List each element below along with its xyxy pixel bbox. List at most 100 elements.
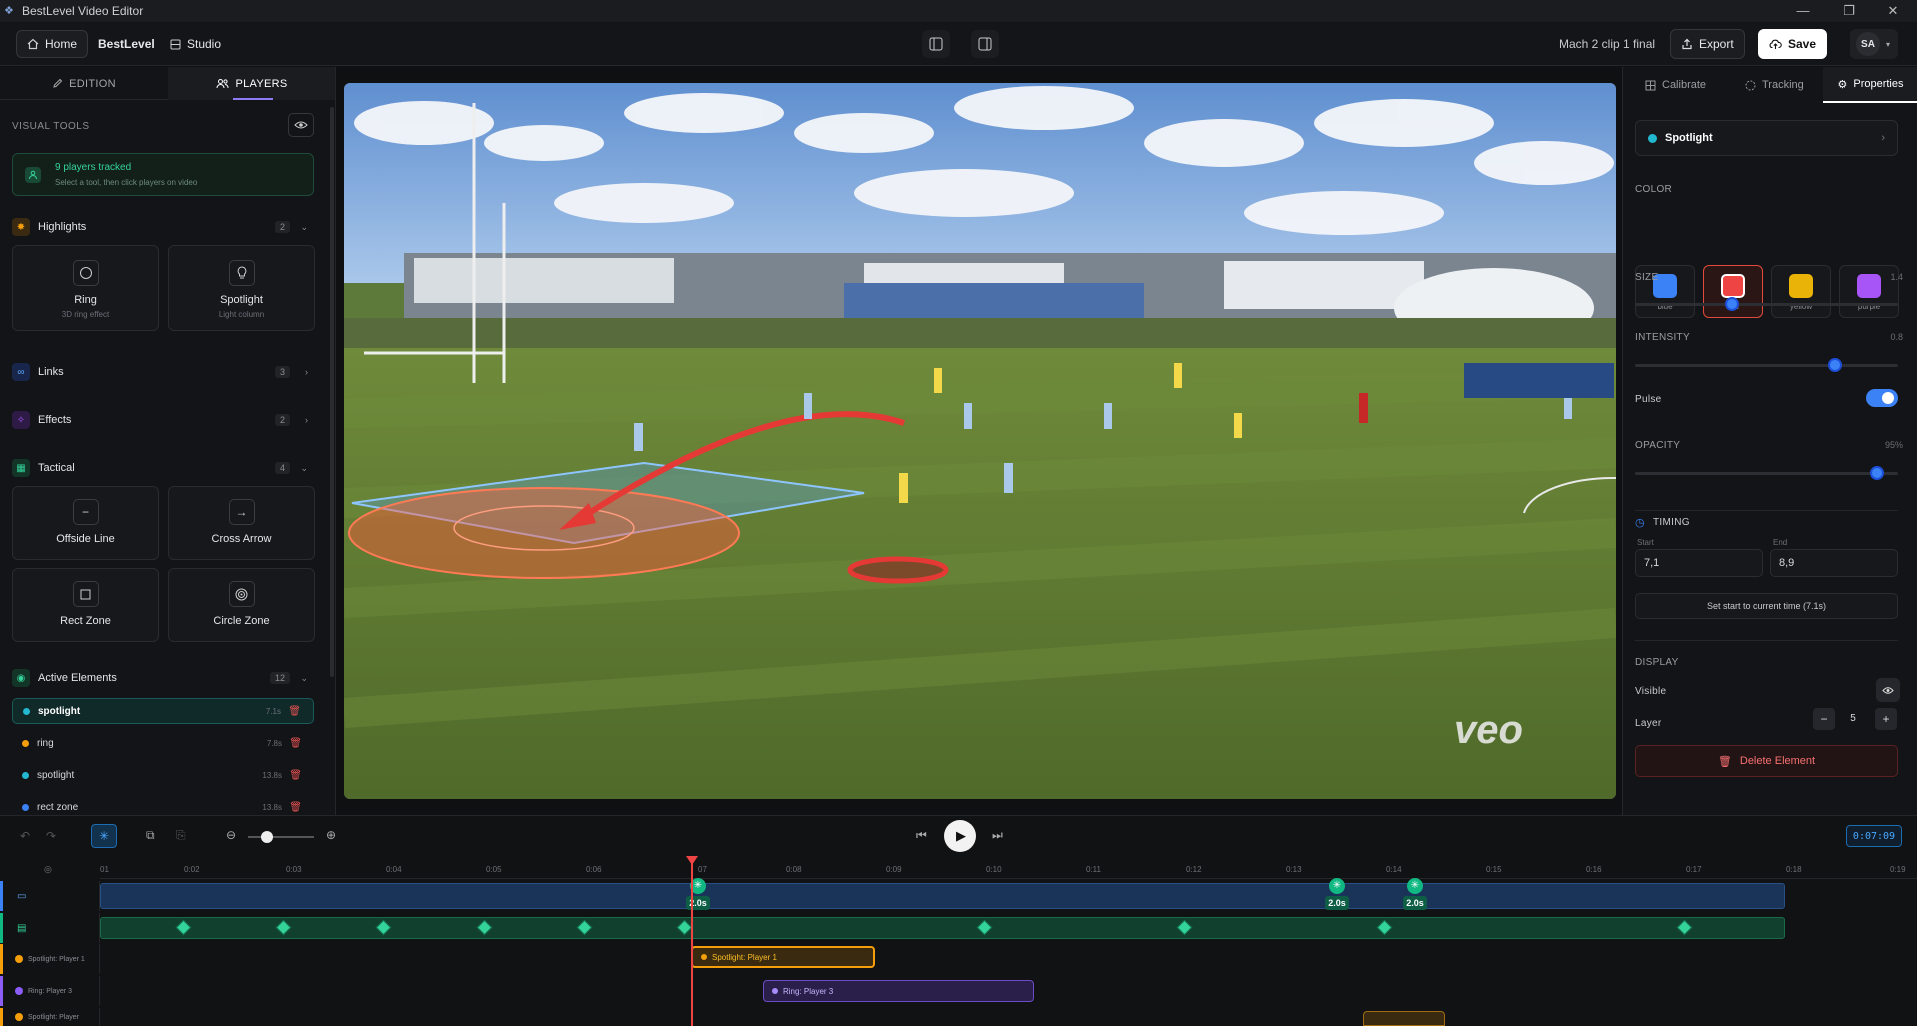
- export-button[interactable]: Export: [1670, 29, 1745, 59]
- delete-element-button[interactable]: 🗑 Delete Element: [1635, 745, 1898, 777]
- keyframe-duration: 2.0s: [1403, 896, 1427, 910]
- keyframe-track[interactable]: [100, 917, 1785, 939]
- slider-knob[interactable]: [1828, 358, 1842, 372]
- timeline-clip-partial[interactable]: [1363, 1011, 1445, 1026]
- settings-icon[interactable]: ◎: [44, 864, 52, 875]
- active-element-row[interactable]: spotlight 13.8s 🗑: [12, 762, 314, 788]
- active-element-row[interactable]: spotlight 7.1s 🗑: [12, 698, 314, 724]
- video-canvas[interactable]: veo: [344, 83, 1616, 799]
- trash-icon[interactable]: 🗑: [289, 738, 302, 749]
- visible-toggle[interactable]: [1876, 678, 1900, 702]
- avatar: SA: [1856, 32, 1880, 56]
- tab-calibrate[interactable]: Calibrate: [1645, 67, 1706, 103]
- paste-icon[interactable]: ⎘: [176, 828, 186, 843]
- start-time-input[interactable]: 7,1: [1635, 549, 1763, 577]
- studio-button[interactable]: Studio: [170, 30, 221, 58]
- track-label: Ring: Player 3: [0, 976, 100, 1006]
- slider-knob[interactable]: [1725, 297, 1739, 311]
- playhead-handle[interactable]: [686, 856, 698, 865]
- visibility-toggle-button[interactable]: [288, 113, 314, 137]
- toggle-right-panel-button[interactable]: [971, 30, 999, 58]
- tool-ring[interactable]: Ring 3D ring effect: [12, 245, 159, 331]
- group-active-elements[interactable]: ◉ Active Elements 12 ⌄: [12, 666, 312, 690]
- pulse-label: Pulse: [1635, 394, 1662, 405]
- slider-knob[interactable]: [1870, 466, 1884, 480]
- snowflake-icon: ✳: [1407, 878, 1423, 894]
- color-dot: [22, 771, 29, 779]
- toggle-left-panel-button[interactable]: [922, 30, 950, 58]
- app-icon: ❖: [4, 5, 14, 17]
- skip-forward-icon[interactable]: ⏭: [992, 828, 1003, 843]
- element-time: 13.8s: [262, 802, 282, 812]
- studio-label: Studio: [187, 37, 222, 51]
- tab-properties[interactable]: ⚙ Properties: [1823, 67, 1917, 103]
- color-dot: [22, 803, 29, 811]
- layer-decrement-button[interactable]: −: [1813, 708, 1835, 730]
- tool-rect-zone[interactable]: Rect Zone: [12, 568, 159, 642]
- timeline-clip-spotlight[interactable]: Spotlight: Player 1: [691, 946, 875, 968]
- ruler-tick: 0:02: [184, 865, 200, 874]
- video-icon: ▭: [17, 890, 27, 902]
- tool-circle-zone[interactable]: Circle Zone: [168, 568, 315, 642]
- layer-value: 5: [1850, 713, 1856, 724]
- element-selector[interactable]: Spotlight ›: [1635, 120, 1898, 156]
- trash-icon[interactable]: 🗑: [289, 770, 302, 781]
- end-time-input[interactable]: 8,9: [1770, 549, 1898, 577]
- video-track-clip[interactable]: [100, 883, 1785, 909]
- time-ruler[interactable]: 01 0:02 0:03 0:04 0:05 0:06 07 0:08 0:09…: [100, 859, 1917, 879]
- tab-calibrate-label: Calibrate: [1662, 79, 1707, 91]
- intensity-slider[interactable]: [1635, 358, 1898, 372]
- left-scrollbar[interactable]: [330, 107, 334, 677]
- keyframe-badge[interactable]: ✳ 2.0s: [1325, 878, 1349, 910]
- group-tactical-label: Tactical: [38, 462, 75, 474]
- zoom-in-icon[interactable]: ⊕: [326, 828, 336, 842]
- minimize-icon[interactable]: —: [1783, 0, 1823, 22]
- timeline-clip-ring[interactable]: Ring: Player 3: [763, 980, 1034, 1002]
- undo-icon[interactable]: ↶: [20, 829, 30, 843]
- skip-back-icon[interactable]: ⏮: [916, 828, 927, 843]
- keyframe-badge[interactable]: ✳ 2.0s: [686, 878, 710, 910]
- close-icon[interactable]: ✕: [1873, 0, 1913, 22]
- track-name: Spotlight: Player: [28, 1013, 79, 1021]
- tool-offside-line[interactable]: − Offside Line: [12, 486, 159, 560]
- playhead[interactable]: [691, 859, 693, 1026]
- tab-edition-label: EDITION: [69, 77, 116, 90]
- group-links[interactable]: ∞ Links 3 ›: [12, 360, 312, 384]
- pulse-toggle[interactable]: [1866, 389, 1898, 407]
- zoom-out-icon[interactable]: ⊖: [226, 828, 236, 842]
- copy-icon[interactable]: ⧉: [146, 828, 155, 843]
- home-button[interactable]: Home: [16, 30, 89, 58]
- group-effects[interactable]: ✧ Effects 2 ›: [12, 408, 312, 432]
- tool-circle-zone-label: Circle Zone: [213, 615, 270, 627]
- group-effects-label: Effects: [38, 414, 72, 426]
- size-slider[interactable]: [1635, 297, 1898, 311]
- play-button[interactable]: ▶: [944, 820, 976, 852]
- save-button[interactable]: Save: [1758, 29, 1828, 59]
- tool-spotlight[interactable]: Spotlight Light column: [168, 245, 315, 331]
- snap-toggle-icon[interactable]: ✳: [91, 824, 117, 848]
- opacity-slider[interactable]: [1635, 466, 1898, 480]
- redo-icon[interactable]: ↷: [46, 829, 56, 843]
- active-element-row[interactable]: rect zone 13.8s 🗑: [12, 794, 314, 815]
- display-label: DISPLAY: [1635, 657, 1679, 668]
- right-panel: Calibrate Tracking ⚙ Properties Spotligh…: [1622, 67, 1917, 815]
- ruler-tick: 0:04: [386, 865, 402, 874]
- track-name: Ring: Player 3: [28, 987, 72, 995]
- tab-tracking[interactable]: Tracking: [1745, 67, 1804, 103]
- zoom-slider[interactable]: [248, 831, 314, 843]
- user-menu[interactable]: SA ▾: [1850, 29, 1898, 59]
- trash-icon[interactable]: 🗑: [288, 706, 301, 717]
- active-element-row[interactable]: ring 7.8s 🗑: [12, 730, 314, 756]
- group-highlights[interactable]: ✸ Highlights 2 ⌄: [12, 215, 312, 239]
- restore-icon[interactable]: ❐: [1829, 0, 1869, 22]
- group-tactical[interactable]: ▦ Tactical 4 ⌄: [12, 456, 312, 480]
- tool-cross-arrow[interactable]: → Cross Arrow: [168, 486, 315, 560]
- set-start-button[interactable]: Set start to current time (7.1s): [1635, 593, 1898, 619]
- tab-players[interactable]: PLAYERS: [168, 67, 335, 100]
- trash-icon[interactable]: 🗑: [289, 802, 302, 813]
- layer-increment-button[interactable]: +: [1875, 708, 1897, 730]
- tab-edition[interactable]: EDITION: [0, 67, 168, 100]
- players-tracked-subtitle: Select a tool, then click players on vid…: [55, 178, 198, 187]
- keyframe-badge[interactable]: ✳ 2.0s: [1403, 878, 1427, 910]
- color-swatch-yellow[interactable]: yellow: [1771, 265, 1831, 318]
